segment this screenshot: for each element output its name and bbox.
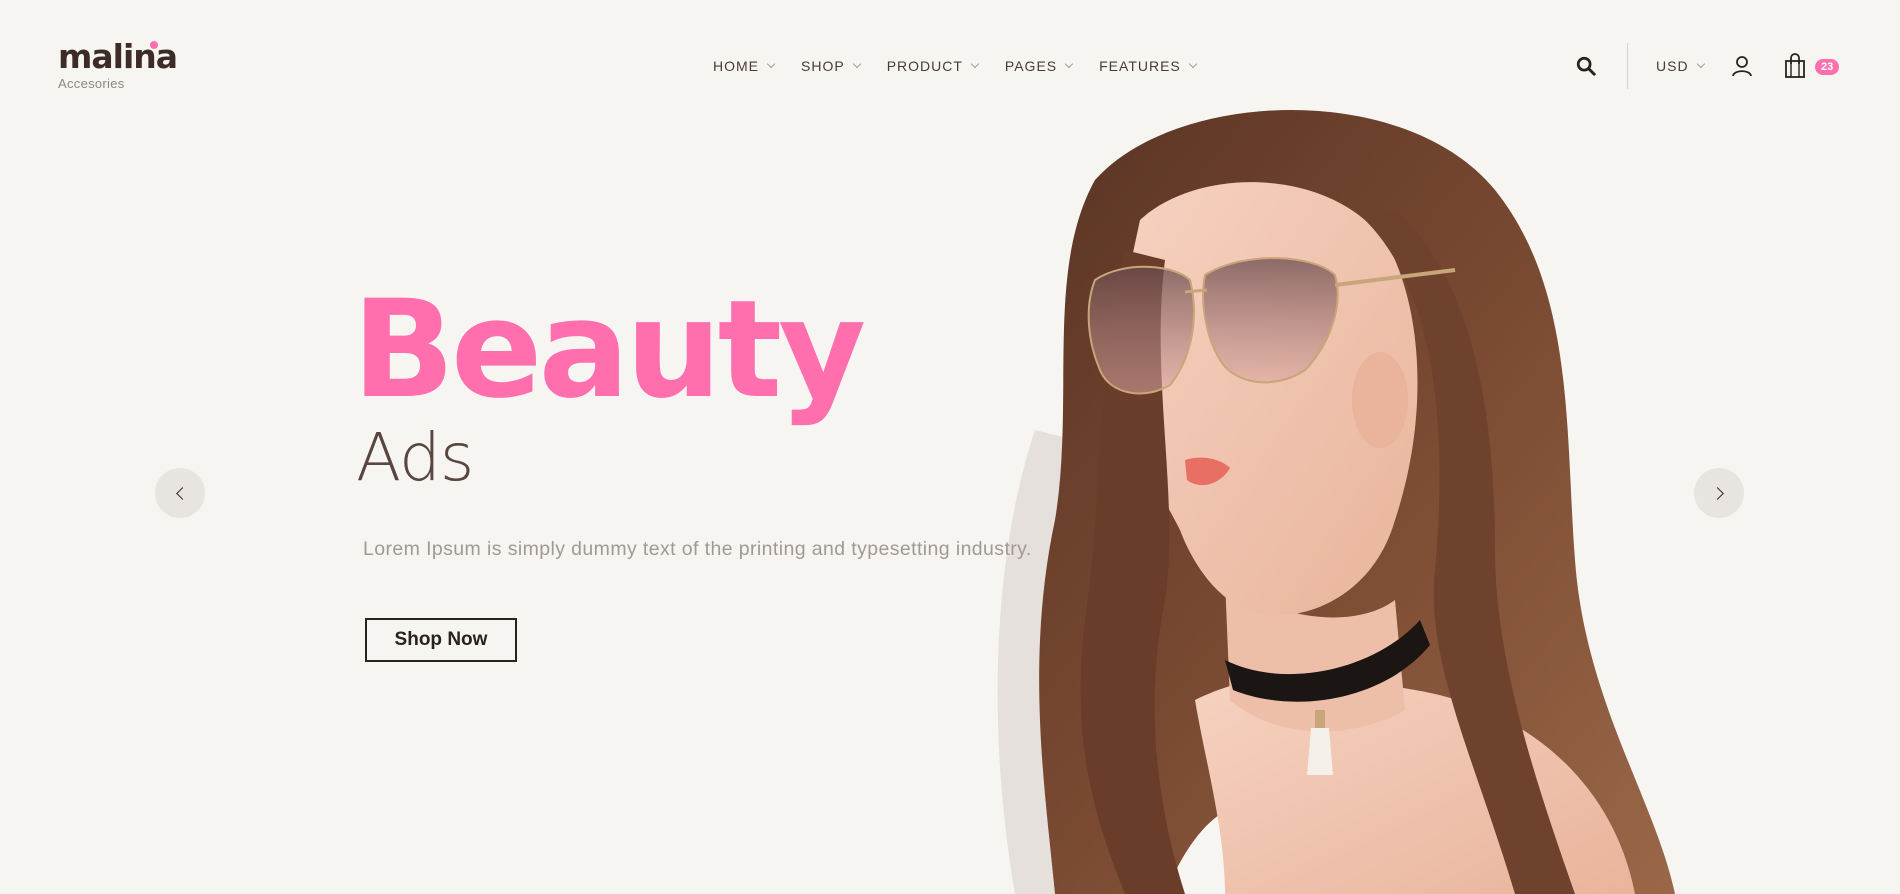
currency-label: USD [1656, 58, 1689, 74]
chevron-down-icon [1188, 59, 1198, 69]
header-divider [1627, 43, 1628, 89]
main-nav: HOME SHOP PRODUCT PAGES FEATURES [713, 58, 1223, 74]
hero-description: Lorem Ipsum is simply dummy text of the … [363, 538, 1032, 560]
hero-model-image [997, 110, 1675, 894]
user-icon[interactable] [1730, 54, 1754, 78]
currency-selector[interactable]: USD [1656, 58, 1705, 74]
chevron-right-icon [1710, 486, 1724, 500]
hero-title: Beauty [352, 271, 866, 428]
logo-tagline: Accesories [58, 76, 125, 91]
chevron-down-icon [1696, 59, 1705, 69]
cart-count-badge: 23 [1815, 59, 1840, 75]
nav-item-features[interactable]: FEATURES [1099, 58, 1198, 74]
nav-item-pages[interactable]: PAGES [1004, 58, 1074, 74]
slider-prev-button[interactable] [155, 468, 205, 518]
logo-dot [150, 41, 158, 49]
nav-item-label: PAGES [1004, 58, 1058, 74]
nav-item-label: FEATURES [1099, 58, 1181, 74]
chevron-down-icon [970, 59, 980, 69]
hero-subtitle: Ads [356, 419, 474, 496]
chevron-left-icon [175, 486, 189, 500]
chevron-down-icon [852, 59, 861, 69]
slider-next-button[interactable] [1694, 468, 1744, 518]
brand-logo[interactable]: malina Accesories [58, 37, 178, 92]
nav-item-label: SHOP [801, 58, 845, 74]
nav-item-product[interactable]: PRODUCT [886, 58, 980, 74]
nav-item-shop[interactable]: SHOP [801, 58, 861, 74]
search-icon[interactable] [1575, 55, 1597, 77]
shopping-bag-icon[interactable] [1783, 53, 1807, 79]
logo-wordmark: malina [58, 37, 178, 76]
nav-item-label: HOME [713, 58, 759, 74]
nav-item-home[interactable]: HOME [713, 58, 776, 74]
shop-now-button[interactable]: Shop Now [365, 618, 517, 662]
nav-item-label: PRODUCT [886, 58, 963, 74]
chevron-down-icon [1064, 59, 1074, 69]
chevron-down-icon [766, 59, 776, 69]
